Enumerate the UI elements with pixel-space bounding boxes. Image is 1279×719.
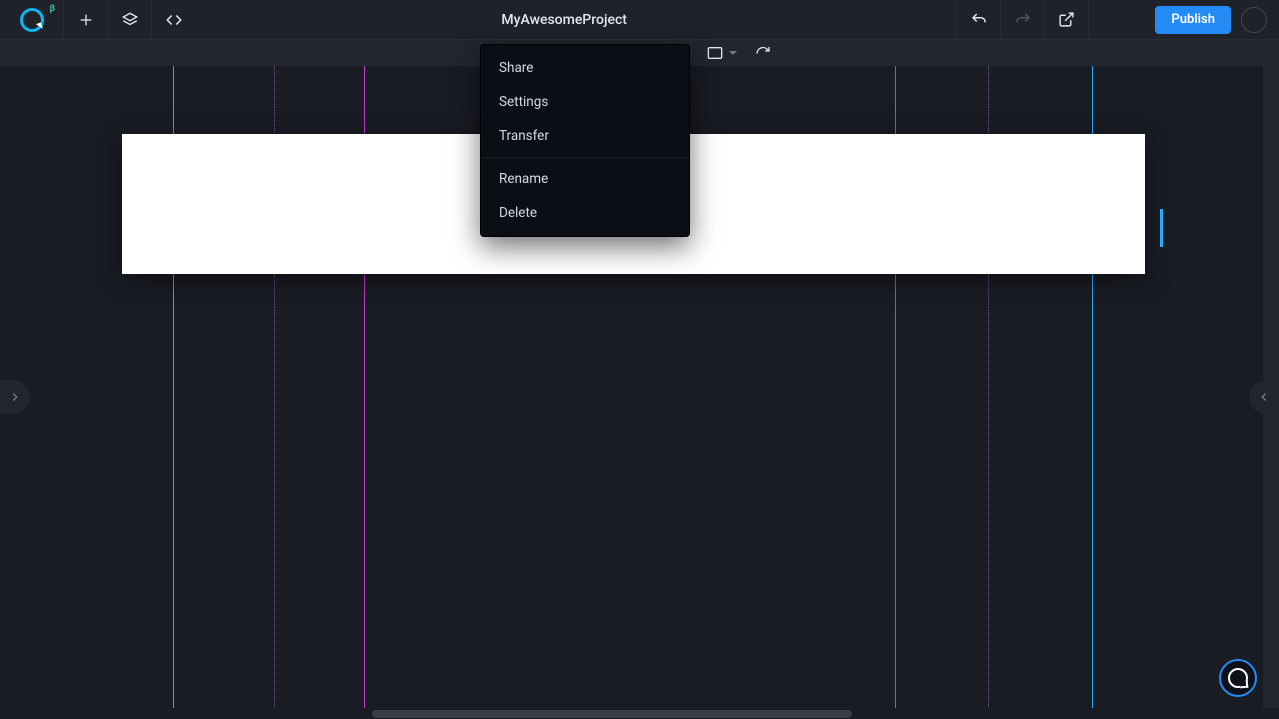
viewport-selector[interactable] [707, 46, 737, 60]
toolbar-left-group: β [0, 0, 196, 39]
add-button[interactable] [64, 0, 108, 40]
app-logo[interactable]: β [0, 0, 64, 40]
logo-icon [20, 8, 44, 32]
plus-icon [78, 12, 94, 28]
code-icon [165, 11, 183, 29]
chevron-down-icon [1123, 14, 1135, 26]
export-button[interactable] [1044, 0, 1088, 40]
menu-divider [481, 157, 689, 158]
redo-icon [1014, 11, 1032, 29]
toolbar-center-group: MyAwesomeProject [196, 0, 956, 39]
user-avatar[interactable] [1241, 7, 1267, 33]
horizontal-scrollbar[interactable] [0, 708, 1279, 719]
scrollbar-thumb[interactable] [372, 710, 852, 718]
undo-button[interactable] [956, 0, 1000, 40]
layers-icon [121, 11, 139, 29]
eye-icon [1099, 11, 1117, 29]
expand-left-panel[interactable] [0, 380, 30, 414]
chevron-left-icon [1257, 390, 1271, 404]
expand-right-panel[interactable] [1249, 380, 1279, 414]
toolbar-right-group: Publish [956, 0, 1279, 39]
menu-item-settings[interactable]: Settings [481, 85, 689, 119]
rectangle-icon [707, 46, 723, 60]
menu-item-rename[interactable]: Rename [481, 162, 689, 196]
project-menu: Share Settings Transfer Rename Delete [480, 44, 690, 237]
preview-dropdown[interactable] [1088, 0, 1145, 39]
code-button[interactable] [152, 0, 196, 40]
top-toolbar: β MyAwesomeProject Publish [0, 0, 1279, 40]
external-link-icon [1058, 11, 1075, 28]
caret-down-icon [729, 51, 737, 55]
beta-badge: β [50, 4, 55, 14]
project-title-dropdown[interactable]: MyAwesomeProject [489, 12, 663, 28]
chevron-right-icon [8, 390, 22, 404]
publish-button[interactable]: Publish [1155, 6, 1231, 34]
refresh-icon [755, 45, 771, 61]
undo-icon [970, 11, 988, 29]
redo-button[interactable] [1000, 0, 1044, 40]
refresh-button[interactable] [755, 45, 771, 61]
layers-button[interactable] [108, 0, 152, 40]
menu-item-transfer[interactable]: Transfer [481, 119, 689, 153]
chat-icon [1228, 668, 1248, 688]
resize-handle[interactable] [1160, 209, 1163, 247]
menu-item-share[interactable]: Share [481, 51, 689, 85]
menu-item-delete[interactable]: Delete [481, 196, 689, 230]
help-button[interactable] [1219, 659, 1257, 697]
chevron-up-icon [637, 13, 651, 27]
project-title-label: MyAwesomeProject [501, 12, 627, 28]
